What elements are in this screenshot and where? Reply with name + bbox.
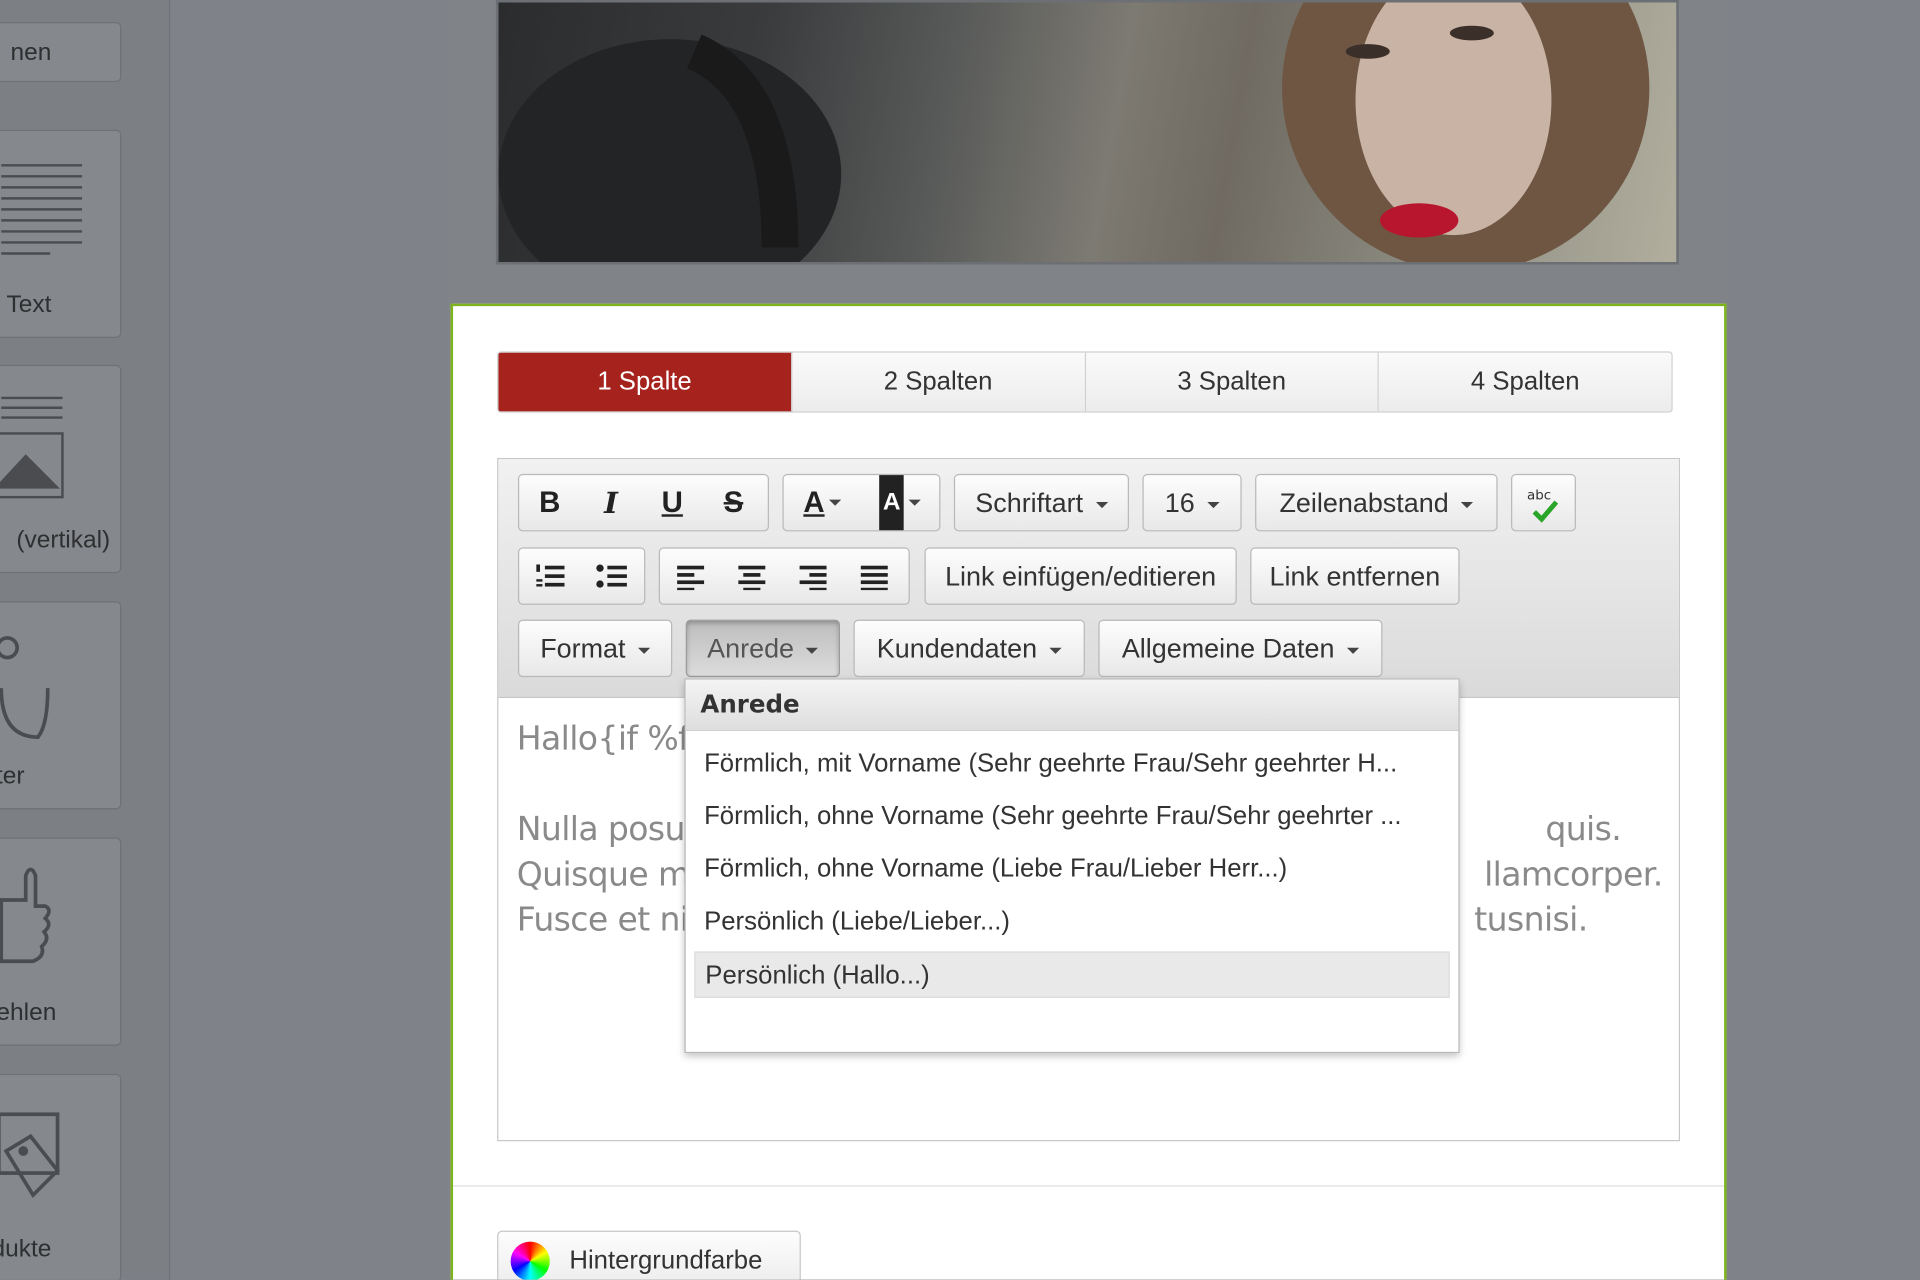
line-height-label: Zeilenabstand [1279,487,1449,518]
alignment-group [658,547,910,605]
sidebar-top-button-label: nen [10,39,52,67]
sidebar-item-label: Text [6,291,52,319]
tab-1-spalte[interactable]: 1 Spalte [498,352,792,412]
chevron-down-icon [1346,647,1359,654]
font-color-button[interactable]: A [784,475,862,530]
footer-icon [0,636,50,739]
panel-divider [453,1185,1725,1187]
italic-button[interactable]: I [580,475,641,530]
allgemeine-daten-label: Allgemeine Daten [1121,633,1335,664]
font-color-icon: A [803,486,825,520]
sidebar-item-label: (vertikal) [16,526,111,554]
insert-link-button[interactable]: Link einfügen/editieren [924,547,1237,605]
anrede-menu: Anrede Förmlich, mit Vorname (Sehr geehr… [684,678,1460,1054]
anrede-dropdown[interactable]: Anrede [685,619,841,678]
column-tabs: 1 Spalte 2 Spalten 3 Spalten 4 Spalten [497,351,1673,413]
menu-item-formal-with-firstname[interactable]: Förmlich, mit Vorname (Sehr geehrte Frau… [694,741,1450,788]
sidebar-item-text[interactable]: Text [0,129,122,338]
remove-link-button[interactable]: Link entfernen [1250,547,1460,605]
align-right-button[interactable] [782,549,843,604]
ordered-list-icon [536,563,565,586]
list-group [517,547,646,605]
chevron-down-icon [1049,647,1062,654]
format-dropdown[interactable]: Format [517,619,673,678]
background-color-icon: A [879,475,905,531]
align-center-button[interactable] [721,549,782,604]
sidebar-item-footer[interactable]: ter [0,601,122,810]
sidebar-item-products[interactable]: dukte [0,1073,122,1280]
unordered-list-icon [596,563,627,588]
sidebar-item-label: ter [0,762,25,790]
color-group: A A [782,473,941,532]
sidebar: nen Text (vertikal) er ehlen ukte [0,0,171,1280]
anrede-menu-header: Anrede [685,679,1459,732]
font-size-label: 16 [1164,487,1195,518]
ordered-list-button[interactable] [519,549,580,604]
image-text-icon [0,396,64,499]
text-style-group: B I U S [517,473,769,532]
allgemeine-daten-dropdown[interactable]: Allgemeine Daten [1098,619,1383,678]
chevron-down-icon [1207,501,1220,508]
chevron-down-icon [1095,501,1108,508]
bold-button[interactable]: B [519,475,580,530]
menu-item-formal-without-firstname[interactable]: Förmlich, ohne Vorname (Sehr geehrte Fra… [694,793,1450,840]
kundendaten-label: Kundendaten [876,633,1038,664]
background-color-label: Hintergrundfarbe [569,1246,763,1275]
align-right-icon [799,565,827,590]
background-color-picker-button[interactable]: Hintergrundfarbe [497,1230,801,1280]
strikethrough-button[interactable]: S [703,475,764,530]
sidebar-item-image-text[interactable]: (vertikal) [0,364,122,574]
sidebar-top-button[interactable]: nen [0,22,122,83]
tab-2-spalten[interactable]: 2 Spalten [791,352,1086,412]
chevron-down-icon [806,647,819,654]
unordered-list-button[interactable] [580,549,641,604]
font-family-dropdown[interactable]: Schriftart [953,473,1129,532]
chevron-down-icon [1460,501,1474,508]
align-center-icon [738,565,766,590]
thumbs-up-icon [0,867,51,964]
woman-photo-icon [498,2,1650,263]
price-tag-icon [0,1112,61,1199]
chevron-down-icon [637,647,651,654]
color-wheel-icon [510,1241,550,1280]
underline-button[interactable]: U [642,475,703,530]
align-justify-icon [860,565,888,590]
menu-item-personal-liebe[interactable]: Persönlich (Liebe/Lieber...) [694,899,1450,946]
spellcheck-button[interactable]: abc [1511,473,1576,532]
menu-item-formal-liebe[interactable]: Förmlich, ohne Vorname (Liebe Frau/Liebe… [694,846,1450,893]
font-size-dropdown[interactable]: 16 [1142,473,1242,532]
font-family-label: Schriftart [975,487,1084,518]
line-height-dropdown[interactable]: Zeilenabstand [1255,473,1498,532]
sidebar-item-label: dukte [0,1235,52,1263]
format-label: Format [540,633,626,664]
align-justify-button[interactable] [844,549,905,604]
menu-item-personal-hallo[interactable]: Persönlich (Hallo...) [694,951,1450,998]
align-left-icon [677,565,705,590]
text-lines-icon [1,164,83,255]
hero-image[interactable] [495,0,1679,265]
svg-text:abc: abc [1527,489,1551,504]
sidebar-item-recommend[interactable]: ehlen [0,837,122,1046]
tab-4-spalten[interactable]: 4 Spalten [1379,352,1672,412]
anrede-label: Anrede [707,633,795,664]
align-left-button[interactable] [660,549,721,604]
spellcheck-icon: abc [1527,489,1559,523]
kundendaten-dropdown[interactable]: Kundendaten [853,619,1085,678]
editor-toolbar: B I U S A A Schriftart 16 Zeilenabstand … [498,459,1679,698]
tab-3-spalten[interactable]: 3 Spalten [1085,352,1380,412]
background-color-button[interactable]: A [861,475,939,531]
sidebar-item-label: ehlen [0,999,57,1027]
